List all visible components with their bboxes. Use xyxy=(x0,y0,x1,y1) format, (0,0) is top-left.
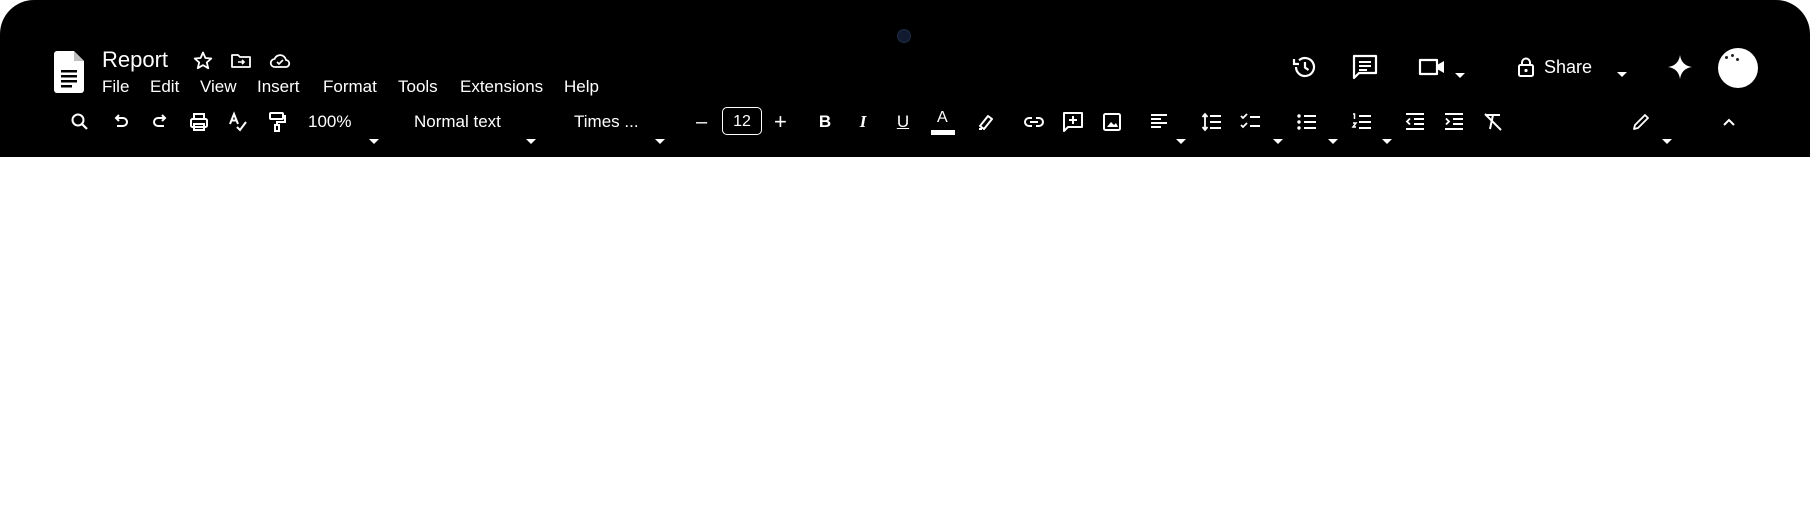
version-history-icon[interactable] xyxy=(1289,51,1321,83)
undo-icon[interactable] xyxy=(108,109,134,135)
menu-format[interactable]: Format xyxy=(315,76,385,98)
font-size-input[interactable]: 12 xyxy=(722,107,762,135)
highlight-color-icon[interactable] xyxy=(972,109,998,135)
insert-image-icon[interactable] xyxy=(1099,109,1125,135)
bold-button[interactable]: B xyxy=(813,110,837,134)
clear-formatting-icon[interactable] xyxy=(1480,109,1506,135)
move-folder-icon[interactable] xyxy=(229,49,253,73)
docs-header: Report File Edit View Insert Format Tool… xyxy=(0,0,1810,157)
checklist-icon[interactable] xyxy=(1238,109,1264,135)
align-left-icon[interactable] xyxy=(1146,109,1172,135)
paragraph-style-select[interactable]: Normal text xyxy=(414,108,501,136)
increase-indent-icon[interactable] xyxy=(1441,109,1467,135)
bulleted-list-icon[interactable] xyxy=(1294,109,1320,135)
font-size-increase-button[interactable]: + xyxy=(774,108,787,136)
menu-extensions[interactable]: Extensions xyxy=(452,76,551,98)
align-dropdown-icon[interactable] xyxy=(1176,131,1186,149)
underline-button[interactable]: U xyxy=(891,110,915,134)
font-family-dropdown-icon[interactable] xyxy=(655,131,665,149)
meet-dropdown-icon[interactable] xyxy=(1455,65,1465,83)
print-icon[interactable] xyxy=(186,109,212,135)
menu-tools[interactable]: Tools xyxy=(390,76,446,98)
meet-icon[interactable] xyxy=(1416,51,1448,83)
menu-file[interactable]: File xyxy=(94,76,137,98)
camera-notch xyxy=(897,29,911,43)
menu-view[interactable]: View xyxy=(192,76,245,98)
bulleted-list-dropdown-icon[interactable] xyxy=(1328,131,1338,149)
menu-help[interactable]: Help xyxy=(556,76,607,98)
font-size-decrease-button[interactable]: – xyxy=(696,108,707,136)
italic-button[interactable]: I xyxy=(851,110,875,134)
docs-logo-icon[interactable] xyxy=(54,51,84,93)
gemini-sparkle-icon[interactable] xyxy=(1664,51,1696,83)
menu-insert[interactable]: Insert xyxy=(249,76,308,98)
font-family-select[interactable]: Times ... xyxy=(574,108,639,136)
decrease-indent-icon[interactable] xyxy=(1402,109,1428,135)
account-avatar[interactable] xyxy=(1718,48,1758,88)
zoom-dropdown-icon[interactable] xyxy=(369,131,379,149)
zoom-select[interactable]: 100% xyxy=(308,108,351,136)
search-menus-icon[interactable] xyxy=(67,109,93,135)
numbered-list-dropdown-icon[interactable] xyxy=(1382,131,1392,149)
document-canvas[interactable] xyxy=(0,157,1810,509)
document-title[interactable]: Report xyxy=(102,46,168,74)
redo-icon[interactable] xyxy=(147,109,173,135)
share-dropdown-icon[interactable] xyxy=(1617,64,1627,82)
share-button[interactable]: Share xyxy=(1505,51,1635,83)
star-icon[interactable] xyxy=(191,49,215,73)
paragraph-style-dropdown-icon[interactable] xyxy=(526,131,536,149)
text-color-bar xyxy=(931,130,955,135)
editing-mode-icon[interactable] xyxy=(1628,109,1654,135)
numbered-list-icon[interactable] xyxy=(1349,109,1375,135)
lock-icon xyxy=(1515,56,1537,78)
share-label: Share xyxy=(1544,57,1593,77)
spellcheck-icon[interactable] xyxy=(225,109,251,135)
cloud-saved-icon[interactable] xyxy=(268,49,292,73)
text-color-letter: A xyxy=(937,109,948,126)
text-color-button[interactable]: A xyxy=(929,108,957,138)
add-comment-icon[interactable] xyxy=(1060,109,1086,135)
menu-edit[interactable]: Edit xyxy=(142,76,187,98)
line-spacing-icon[interactable] xyxy=(1199,109,1225,135)
checklist-dropdown-icon[interactable] xyxy=(1273,131,1283,149)
comments-icon[interactable] xyxy=(1349,51,1381,83)
hide-menus-chevron-up-icon[interactable] xyxy=(1716,109,1742,135)
paint-format-icon[interactable] xyxy=(264,109,290,135)
editing-mode-dropdown-icon[interactable] xyxy=(1662,131,1672,149)
insert-link-icon[interactable] xyxy=(1021,109,1047,135)
